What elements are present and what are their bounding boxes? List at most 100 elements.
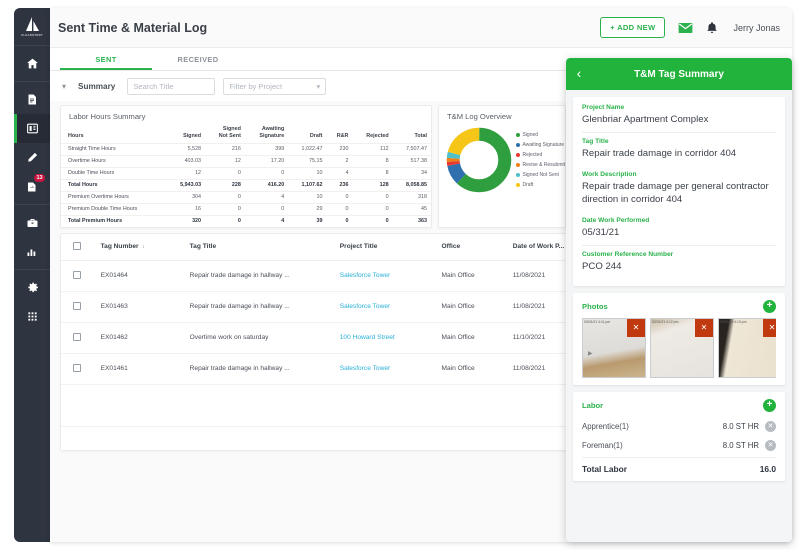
field-date-work-performed: Date Work Performed 05/31/21 <box>582 212 776 245</box>
table-row: Total Premium Hours 320 0 4 39 0 0 363 <box>61 214 431 227</box>
sidebar-item-projects[interactable] <box>14 208 50 237</box>
pencil-icon <box>27 152 37 162</box>
cell-project-title[interactable]: Salesforce Tower <box>335 260 438 292</box>
gear-icon <box>27 282 38 293</box>
legend-item[interactable]: Draft <box>515 180 565 190</box>
row-value: 4 <box>326 166 353 179</box>
labor-hours-table: Hours Signed Signed Not Sent Awaiting Sign… <box>61 125 431 227</box>
tab-received[interactable]: RECEIVED <box>152 55 244 70</box>
row-value: 320 <box>166 214 206 227</box>
row-value: 304 <box>166 190 206 203</box>
cell-project-title[interactable]: Salesforce Tower <box>335 291 438 323</box>
legend-label: Revise & Resubmit <box>522 162 565 168</box>
legend-color-dot <box>515 143 520 147</box>
user-name[interactable]: Jerry Jonas <box>733 23 780 33</box>
row-value: 0 <box>326 214 353 227</box>
legend-color-dot <box>515 163 520 167</box>
legend-label: Rejected <box>522 152 543 158</box>
row-value: 12 <box>166 166 206 179</box>
project-filter-label: Filter by Project <box>229 81 283 91</box>
tm-tag-summary-drawer: ‹ T&M Tag Summary Project Name Glenbriar… <box>566 58 792 542</box>
cell-tag-number: EX01464 <box>96 260 186 292</box>
legend-item[interactable]: Signed <box>515 130 565 140</box>
cell-project-title[interactable]: Salesforce Tower <box>335 353 438 385</box>
row-value: 8 <box>352 154 393 167</box>
nav-group-primary <box>14 46 50 82</box>
sidebar-item-reports[interactable] <box>14 237 50 266</box>
remove-labor-button[interactable]: ✕ <box>765 439 776 451</box>
row-value: 363 <box>392 214 431 227</box>
field-tag-title: Tag Title Repair trade damage in corrido… <box>582 131 776 166</box>
row-value: 0 <box>205 166 245 179</box>
briefcase-icon <box>27 218 37 227</box>
document-icon <box>28 94 36 105</box>
legend-item[interactable]: Revise & Resubmit <box>515 160 565 170</box>
sidebar-item-documents[interactable] <box>14 85 50 114</box>
select-all-checkbox[interactable] <box>73 241 81 250</box>
labor-total-label: Total Labor <box>582 463 627 474</box>
cell-tag-title: Overtime work on saturday <box>185 322 336 354</box>
cell-tag-number: EX01463 <box>96 291 186 323</box>
sidebar-item-apps[interactable] <box>14 302 50 331</box>
remove-photo-button[interactable]: ✕ <box>627 318 645 337</box>
play-icon: ▶ <box>588 350 593 357</box>
photo-thumbnail[interactable]: 03/01/21 4:11 pm ▶ ✕ <box>582 317 646 378</box>
add-labor-button[interactable]: + <box>763 398 776 412</box>
row-checkbox[interactable] <box>73 270 81 279</box>
donut-chart <box>446 127 512 193</box>
row-value: 2 <box>326 154 353 167</box>
tm-log-overview-panel: T&M Log Overview Signed Awaiting Signatur… <box>438 105 566 228</box>
row-value: 8,058.85 <box>392 178 431 191</box>
messages-button[interactable] <box>678 22 693 34</box>
row-value: 39 <box>288 214 327 227</box>
row-value: 29 <box>288 202 327 215</box>
tab-sent[interactable]: SENT <box>60 55 152 70</box>
row-checkbox[interactable] <box>73 301 81 310</box>
legend-item[interactable]: Awaiting Signature <box>515 140 565 150</box>
project-filter-select[interactable]: Filter by Project ▾ <box>223 77 327 95</box>
row-checkbox[interactable] <box>73 332 81 341</box>
row-value: 16 <box>166 202 206 215</box>
app-logo[interactable]: CLEARSTORY <box>14 8 50 46</box>
add-photo-button[interactable]: + <box>763 299 776 313</box>
cell-tag-number: EX01461 <box>96 353 186 385</box>
legend-item[interactable]: Rejected <box>515 150 565 160</box>
row-value: 4 <box>244 190 289 203</box>
nav-group-work <box>14 205 50 270</box>
remove-photo-button[interactable]: ✕ <box>763 318 776 337</box>
labor-list: Apprentice(1) 8.0 ST HR ✕ Foreman(1) 8.0 ST … <box>582 417 776 455</box>
labor-total-row: Total Labor 16.0 <box>582 456 776 474</box>
sidebar-item-log[interactable] <box>14 114 50 143</box>
col-office: Office <box>437 233 509 261</box>
cell-project-title[interactable]: 100 Howard Street <box>335 322 438 354</box>
remove-photo-button[interactable]: ✕ <box>695 318 713 337</box>
row-value: 403.03 <box>166 154 206 167</box>
tm-log-overview-title: T&M Log Overview <box>447 112 512 121</box>
row-checkbox[interactable] <box>73 363 81 372</box>
chevron-left-icon[interactable]: ‹ <box>566 65 592 83</box>
col-project-title: Project Title <box>335 233 438 261</box>
row-label: Premium Overtime Hours <box>61 190 167 203</box>
sidebar-item-home[interactable] <box>14 49 50 78</box>
photo-thumbnail[interactable]: 03/01/21 4:13 pm ✕ <box>718 317 776 378</box>
legend-color-dot <box>515 183 520 187</box>
legend-item[interactable]: Signed Not Sent <box>515 170 565 180</box>
field-label: Tag Title <box>582 137 609 145</box>
row-value: 112 <box>352 142 393 155</box>
row-value: 5,528 <box>166 142 206 155</box>
col-hours: Hours <box>68 132 84 139</box>
search-input[interactable] <box>127 77 216 95</box>
photo-thumbnail[interactable]: 03/01/21 4:12 pm ✕ <box>650 317 714 378</box>
row-value: 399 <box>244 142 289 155</box>
add-new-button[interactable]: + ADD NEW <box>600 17 666 38</box>
sidebar-item-settings[interactable] <box>14 273 50 302</box>
labor-item: Apprentice(1) 8.0 ST HR ✕ <box>582 417 776 436</box>
sort-desc-icon[interactable]: ↓ <box>142 244 145 250</box>
notifications-button[interactable] <box>706 21 718 35</box>
field-label: Customer Reference Number <box>582 250 674 258</box>
remove-labor-button[interactable]: ✕ <box>765 420 776 432</box>
sidebar-item-drafts[interactable] <box>14 143 50 172</box>
chevron-down-icon[interactable]: ▾ <box>62 82 66 91</box>
sidebar-item-inbox[interactable]: 13 <box>14 172 50 201</box>
photo-list: 03/01/21 4:11 pm ▶ ✕ 03/01/21 4:12 pm ✕ 03/01… <box>582 317 776 378</box>
